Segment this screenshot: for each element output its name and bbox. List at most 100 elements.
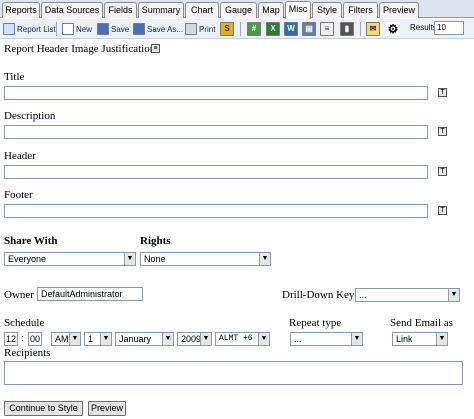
export-word-icon[interactable]: W [284,22,298,36]
preview-button[interactable]: Preview [88,401,126,416]
description-label: Description [4,110,56,122]
tab-map[interactable]: Map [258,2,284,18]
owner-label: Owner [4,289,34,301]
print-label: Print [199,24,216,34]
report-list-icon [3,23,15,35]
gear-icon[interactable]: ⚙ [386,22,400,36]
schedule-day-select[interactable]: 1 ▼ [84,332,112,346]
send-email-label: Send Email as [390,317,453,329]
footer-input[interactable] [4,204,428,218]
tab-reports[interactable]: Reports [2,2,40,18]
save-as-disk-icon [133,23,145,35]
email-icon[interactable]: ✉ [366,22,380,36]
rights-select[interactable]: None ▼ [140,252,271,266]
export-pdf-icon[interactable]: ▮ [340,22,354,36]
tab-bar: Reports Data Sources Fields Summary Char… [0,0,474,19]
save-as-label: Save As... [147,24,184,34]
export-image-icon[interactable]: ▤ [302,22,316,36]
chevron-down-icon: ▼ [200,333,211,345]
header-label: Header [4,150,36,162]
tab-filters[interactable]: Filters [343,2,378,18]
tab-fields[interactable]: Fields [104,2,137,18]
print-button[interactable]: Print [185,22,215,36]
repeat-type-value: ... [294,334,302,344]
chevron-down-icon: ▼ [448,289,459,301]
share-with-label: Share With [4,235,58,247]
chevron-down-icon: ▼ [162,333,173,345]
chevron-down-icon: ▼ [100,333,111,345]
new-document-icon [62,23,74,35]
new-label: New [76,24,93,34]
schedule-month-select[interactable]: January ▼ [115,332,174,346]
printer-icon [185,23,197,35]
chevron-down-icon: ▼ [436,333,447,345]
title-format-button[interactable]: T [438,88,447,97]
recipients-label: Recipients [4,347,51,359]
schedule-month-value: January [119,334,152,344]
export-csv-icon[interactable]: # [247,22,261,36]
tab-chart[interactable]: Chart [185,2,219,18]
repeat-type-select[interactable]: ... ▼ [290,332,363,346]
tab-summary[interactable]: Summary [138,2,184,18]
chevron-down-icon: ▼ [124,253,135,265]
tab-gauge[interactable]: Gauge [220,2,257,18]
send-email-value: Link [396,334,413,344]
toolbar: Report List New Save Save As... Print S … [0,19,474,39]
title-input[interactable] [4,86,428,100]
toolbar-divider [56,22,57,36]
tab-preview[interactable]: Preview [379,2,419,18]
drilldown-key-label: Drill-Down Key [282,289,355,301]
schedule-minute-input[interactable]: 00 [28,332,42,346]
recipients-textarea[interactable] [4,361,463,385]
new-button[interactable]: New [62,22,92,36]
export-xml-icon[interactable]: ≡ [320,22,334,36]
rights-label: Rights [140,235,171,247]
export-excel-icon[interactable]: X [266,22,280,36]
chevron-down-icon: ▼ [351,333,362,345]
header-format-button[interactable]: T [438,167,447,176]
tab-misc[interactable]: Misc [285,1,311,19]
owner-input[interactable]: DefaultAdministrator [37,287,143,301]
rights-value: None [144,254,166,264]
drilldown-key-value: ... [359,290,367,300]
continue-to-style-button[interactable]: Continue to Style [4,401,83,416]
save-button[interactable]: Save [97,22,129,36]
title-label: Title [4,71,25,83]
schedule-year-select[interactable]: 2009 ▼ [177,332,212,346]
schedule-hour-input[interactable]: 12 [4,332,18,346]
drilldown-key-select[interactable]: ... ▼ [355,288,460,302]
header-input[interactable] [4,165,428,179]
chevron-down-icon: ▼ [69,333,80,345]
save-as-button[interactable]: Save As... [133,22,183,36]
schedule-timezone-value: ALMT +6 [219,334,253,343]
report-list-label: Report List [17,24,56,34]
chevron-down-icon: ▼ [259,253,270,265]
header-image-justification-button[interactable]: ≡ [151,44,160,53]
sql-icon[interactable]: S [220,22,234,36]
schedule-time-separator: : [21,333,24,343]
schedule-year-value: 2009 [181,334,202,344]
description-input[interactable] [4,125,428,139]
header-image-justification-label: Report Header Image Justification: [4,43,159,55]
save-label: Save [111,24,130,34]
tab-data-sources[interactable]: Data Sources [41,2,103,18]
send-email-select[interactable]: Link ▼ [392,332,448,346]
schedule-day-value: 1 [88,334,94,344]
toolbar-divider [360,22,361,36]
results-label: Results [410,23,437,32]
schedule-ampm-select[interactable]: AM ▼ [51,332,81,346]
toolbar-divider [240,22,241,36]
results-input[interactable]: 10 [434,21,464,35]
schedule-label: Schedule [4,317,45,329]
schedule-timezone-select[interactable]: ALMT +6 ▼ [215,332,270,346]
save-disk-icon [97,23,109,35]
description-format-button[interactable]: T [438,127,447,136]
report-list-button[interactable]: Report List [3,22,56,36]
schedule-ampm-value: AM [55,334,69,344]
chevron-down-icon: ▼ [258,333,269,345]
footer-label: Footer [4,189,33,201]
share-with-select[interactable]: Everyone ▼ [4,252,136,266]
tab-style[interactable]: Style [312,2,342,18]
repeat-type-label: Repeat type [289,317,342,329]
footer-format-button[interactable]: T [438,206,447,215]
